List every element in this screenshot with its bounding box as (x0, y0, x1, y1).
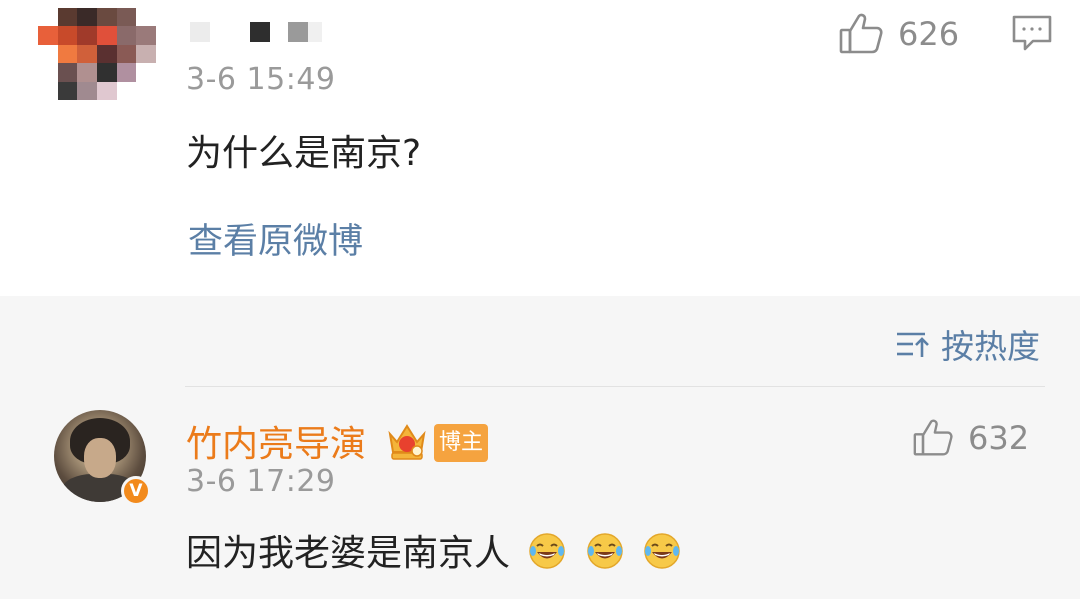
reply-author-name[interactable]: 竹内亮导演 (186, 415, 366, 467)
comment-timestamp: 3-6 15:49 (186, 62, 336, 97)
sort-by-hotness-button[interactable]: 按热度 (895, 320, 1040, 368)
view-original-weibo-link[interactable]: 查看原微博 (188, 213, 363, 264)
comment-like-count: 626 (898, 15, 960, 53)
reply-text: 因为我老婆是南京人 (186, 533, 511, 574)
sort-label: 按热度 (941, 327, 1040, 366)
commenter-avatar-pixelated[interactable] (38, 8, 156, 100)
reply-like-count: 632 (968, 419, 1030, 457)
thumbs-up-icon (913, 419, 953, 456)
laughing-crying-emoji (642, 531, 682, 580)
comment-text: 为什么是南京? (186, 133, 422, 174)
blogger-badge: 博主 (434, 424, 488, 462)
commenter-username-pixelated[interactable] (190, 22, 322, 46)
laughing-crying-emoji (527, 531, 567, 580)
section-divider (185, 386, 1045, 387)
laughing-crying-emoji (585, 531, 625, 580)
verified-badge: V (121, 476, 151, 506)
comment-like-button[interactable]: 626 (838, 12, 959, 56)
thumbs-up-icon (839, 13, 883, 54)
sort-icon (897, 332, 929, 357)
crown-icon (385, 420, 429, 466)
reply-timestamp: 3-6 17:29 (186, 464, 336, 499)
reply-icon (1012, 15, 1052, 51)
reply-button[interactable] (1011, 14, 1053, 56)
reply-like-button[interactable]: 632 (912, 418, 1029, 458)
reply-text-line: 因为我老婆是南京人 (186, 524, 682, 580)
